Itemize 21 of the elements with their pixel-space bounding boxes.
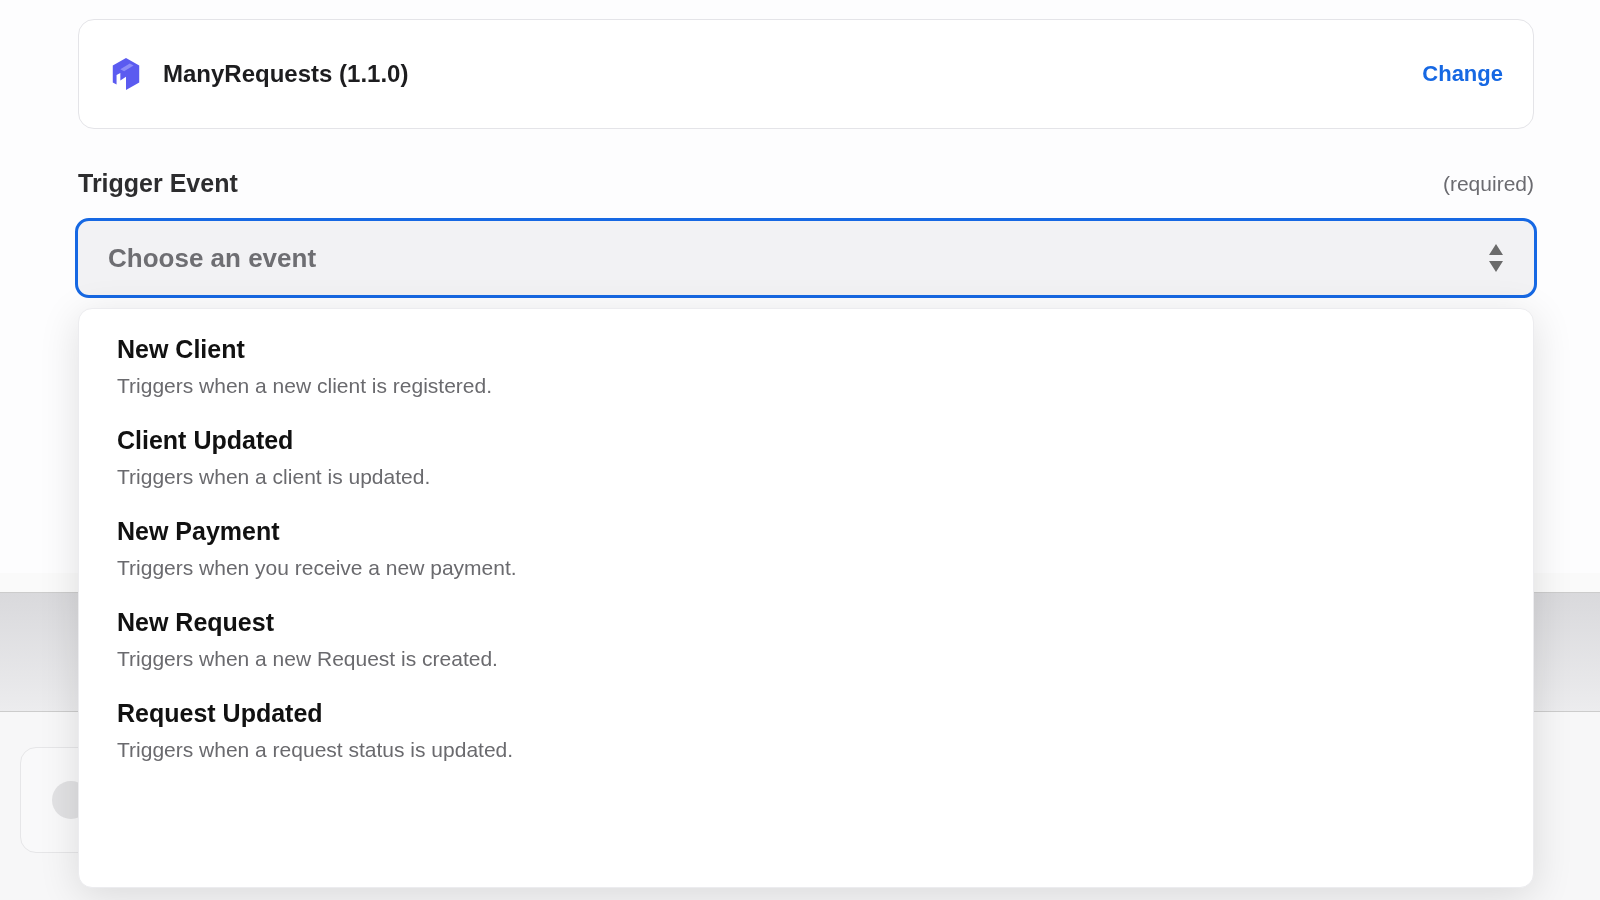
event-select[interactable]: Choose an event (75, 218, 1537, 298)
option-title: Client Updated (117, 426, 295, 455)
field-label: Trigger Event (78, 169, 238, 198)
option-title: New Payment (117, 517, 281, 546)
event-option[interactable]: New Payment Triggers when you receive a new payment. (117, 517, 1495, 580)
required-note: (required) (1442, 171, 1534, 196)
option-description: Triggers when a new client is registered. (117, 374, 494, 398)
option-description: Triggers when a client is updated. (117, 465, 432, 489)
change-link[interactable]: Change (1422, 61, 1503, 87)
option-title: Request Updated (117, 699, 324, 728)
sort-arrows-icon (1488, 243, 1504, 273)
option-title: New Request (117, 608, 275, 637)
event-option[interactable]: Request Updated Triggers when a request status is updated. (117, 699, 1495, 762)
option-description: Triggers when a new Request is created. (117, 647, 499, 671)
option-description: Triggers when you receive a new payment. (117, 556, 518, 580)
app-name: ManyRequests (1.1.0) (163, 60, 410, 88)
option-description: Triggers when a request status is updated. (117, 738, 515, 762)
option-title: New Client (117, 335, 246, 364)
event-option[interactable]: New Request Triggers when a new Request is created. (117, 608, 1495, 671)
event-option[interactable]: New Client Triggers when a new client is registered. (117, 335, 1495, 398)
event-option[interactable]: Client Updated Triggers when a client is updated. (117, 426, 1495, 489)
